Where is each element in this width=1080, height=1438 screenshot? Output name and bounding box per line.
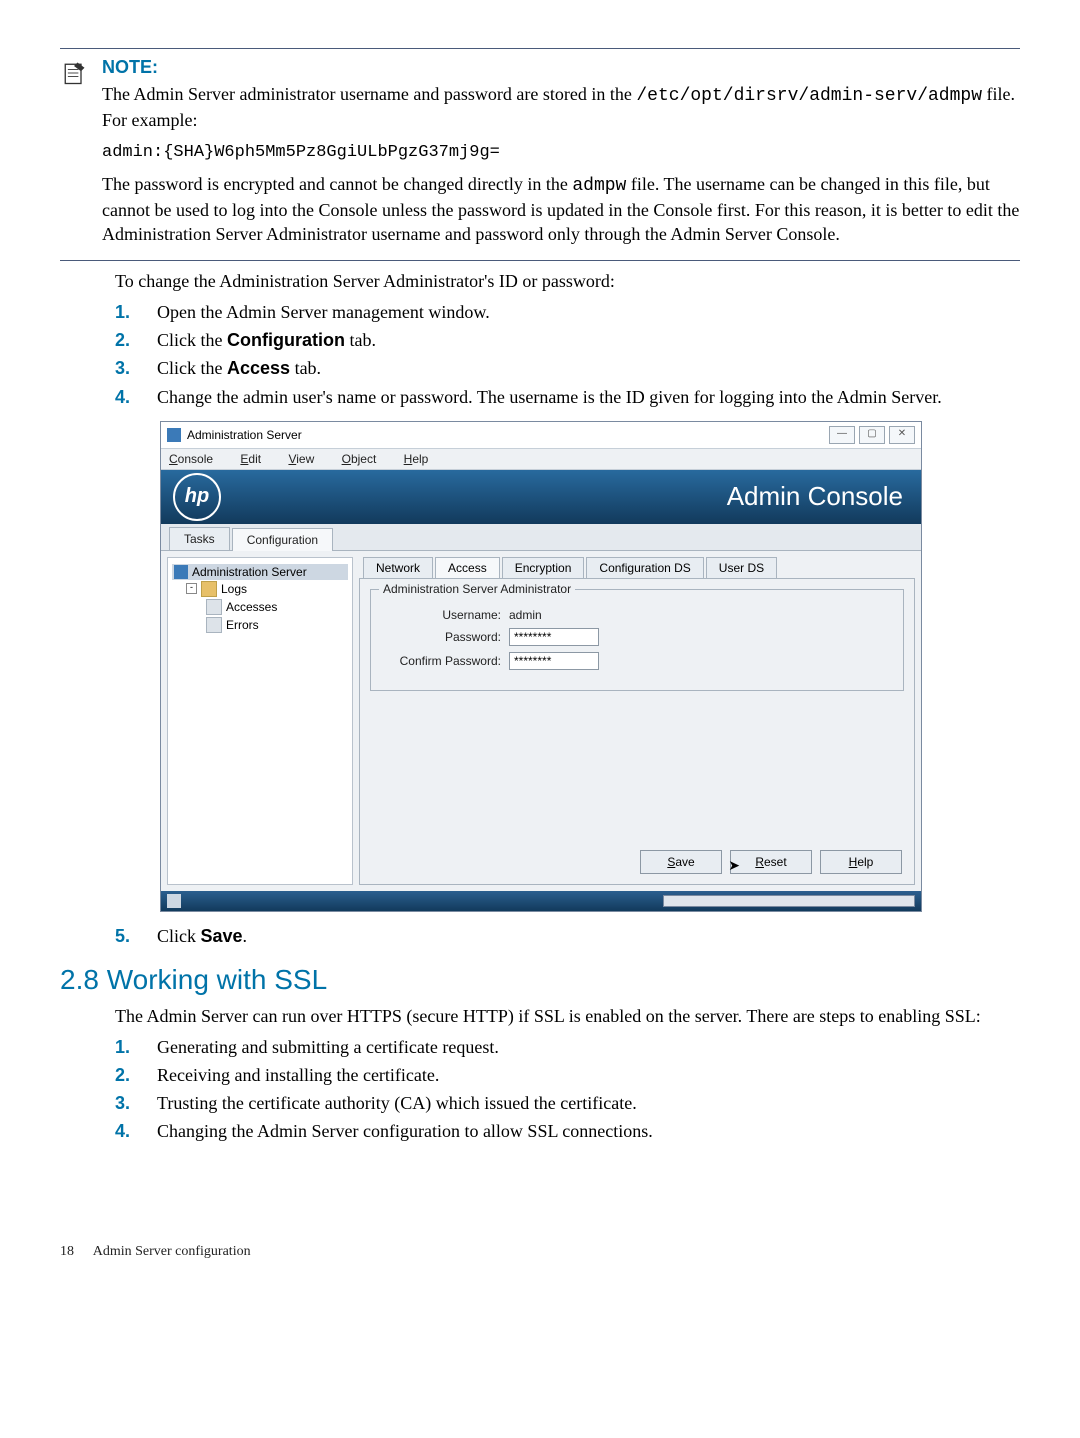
step-number: 5. (115, 924, 157, 948)
step-text: Receiving and installing the certificate… (157, 1063, 439, 1087)
maximize-button[interactable]: ▢ (859, 426, 885, 444)
note-text2-a: The password is encrypted and cannot be … (102, 174, 572, 194)
ssl-step-4: 4. Changing the Admin Server configurati… (115, 1119, 1020, 1143)
note-paragraph-1: The Admin Server administrator username … (102, 82, 1020, 133)
section-heading-ssl: 2.8 Working with SSL (60, 964, 1020, 996)
tree-accesses-label: Accesses (226, 600, 277, 614)
tree-logs[interactable]: - Logs (172, 580, 348, 598)
note-code-inline: admpw (572, 176, 626, 196)
step-number: 4. (115, 385, 157, 409)
step-text: Open the Admin Server management window. (157, 300, 490, 324)
ssl-step-1: 1. Generating and submitting a certifica… (115, 1035, 1020, 1059)
tab-configuration[interactable]: Configuration (232, 528, 333, 551)
confirm-password-label: Confirm Password: (381, 654, 501, 668)
tab-access[interactable]: Access (435, 557, 500, 578)
tree-toggle-icon[interactable]: - (186, 583, 197, 594)
password-field[interactable] (509, 628, 599, 646)
menu-object[interactable]: Object (342, 452, 389, 466)
footer-title: Admin Server configuration (93, 1244, 251, 1259)
tree-logs-label: Logs (221, 582, 247, 596)
help-button[interactable]: Help (820, 850, 902, 874)
note-icon (60, 59, 88, 87)
cursor-icon: ➤ (728, 857, 740, 874)
note-paragraph-2: The password is encrypted and cannot be … (102, 172, 1020, 247)
step-2: 2. Click the Configuration tab. (115, 328, 1020, 352)
menu-console[interactable]: Console (169, 452, 225, 466)
step-text: Click the Access tab. (157, 356, 321, 380)
hp-logo: hp (173, 473, 221, 521)
step-3: 3. Click the Access tab. (115, 356, 1020, 380)
confirm-password-field[interactable] (509, 652, 599, 670)
note-code-block: admin:{SHA}W6ph5Mm5Pz8GgiULbPgzG37mj9g= (102, 143, 1020, 162)
step-text: Trusting the certificate authority (CA) … (157, 1091, 637, 1115)
step-5: 5. Click Save. (115, 924, 1020, 948)
step-text: Generating and submitting a certificate … (157, 1035, 499, 1059)
step-number: 4. (115, 1119, 157, 1143)
step-number: 1. (115, 300, 157, 324)
reset-button[interactable]: Reset (730, 850, 812, 874)
status-progress (663, 895, 915, 907)
step-number: 2. (115, 1063, 157, 1087)
menu-edit[interactable]: Edit (240, 452, 273, 466)
username-value: admin (509, 608, 542, 622)
step-4: 4. Change the admin user's name or passw… (115, 385, 1020, 409)
step-text: Click the Configuration tab. (157, 328, 376, 352)
banner: hp Admin Console (161, 470, 921, 524)
file-icon (206, 599, 222, 615)
tree-accesses[interactable]: Accesses (172, 598, 348, 616)
tree-root[interactable]: Administration Server (172, 564, 348, 580)
inner-tabrow: Network Access Encryption Configuration … (359, 557, 915, 578)
menu-view[interactable]: View (288, 452, 326, 466)
fieldset-legend: Administration Server Administrator (379, 582, 575, 596)
step-text: Changing the Admin Server configuration … (157, 1119, 653, 1143)
minimize-button[interactable]: — (829, 426, 855, 444)
status-icon (167, 894, 181, 908)
tree-pane: Administration Server - Logs Accesses Er… (167, 557, 353, 885)
main-tabrow: Tasks Configuration (161, 523, 921, 551)
admin-fieldset: Administration Server Administrator User… (370, 589, 904, 691)
window-icon (167, 428, 181, 442)
folder-icon (201, 581, 217, 597)
tree-errors[interactable]: Errors (172, 616, 348, 634)
password-label: Password: (381, 630, 501, 644)
file-icon (206, 617, 222, 633)
save-button[interactable]: Save (640, 850, 722, 874)
step-number: 1. (115, 1035, 157, 1059)
menu-help[interactable]: Help (404, 452, 441, 466)
tab-encryption[interactable]: Encryption (502, 557, 585, 578)
tab-network[interactable]: Network (363, 557, 433, 578)
step-1: 1. Open the Admin Server management wind… (115, 300, 1020, 324)
tree-errors-label: Errors (226, 618, 259, 632)
window-title: Administration Server (187, 428, 302, 442)
menubar: Console Edit View Object Help (161, 449, 921, 470)
statusbar (161, 891, 921, 911)
page-footer: 18 Admin Server configuration (60, 1244, 1020, 1260)
step-text: Change the admin user's name or password… (157, 385, 942, 409)
page-number: 18 (60, 1244, 90, 1260)
step-number: 2. (115, 328, 157, 352)
tab-user-ds[interactable]: User DS (706, 557, 777, 578)
server-icon (174, 565, 188, 579)
note-heading: NOTE: (102, 57, 1020, 78)
tab-configuration-ds[interactable]: Configuration DS (586, 557, 703, 578)
step-number: 3. (115, 1091, 157, 1115)
close-button[interactable]: ✕ (889, 426, 915, 444)
window-titlebar: Administration Server — ▢ ✕ (161, 422, 921, 449)
note-code-path: /etc/opt/dirsrv/admin-serv/admpw (636, 86, 982, 106)
intro-text: To change the Administration Server Admi… (115, 269, 1020, 293)
admin-console-screenshot: Administration Server — ▢ ✕ Console Edit… (160, 421, 1020, 912)
ssl-intro: The Admin Server can run over HTTPS (sec… (115, 1004, 1020, 1028)
tab-tasks[interactable]: Tasks (169, 527, 230, 550)
username-label: Username: (381, 608, 501, 622)
note-text-a: The Admin Server administrator username … (102, 84, 636, 104)
tree-root-label: Administration Server (192, 565, 307, 579)
ssl-step-2: 2. Receiving and installing the certific… (115, 1063, 1020, 1087)
step-number: 3. (115, 356, 157, 380)
banner-title: Admin Console (727, 481, 903, 512)
step-text: Click Save. (157, 924, 247, 948)
ssl-step-3: 3. Trusting the certificate authority (C… (115, 1091, 1020, 1115)
